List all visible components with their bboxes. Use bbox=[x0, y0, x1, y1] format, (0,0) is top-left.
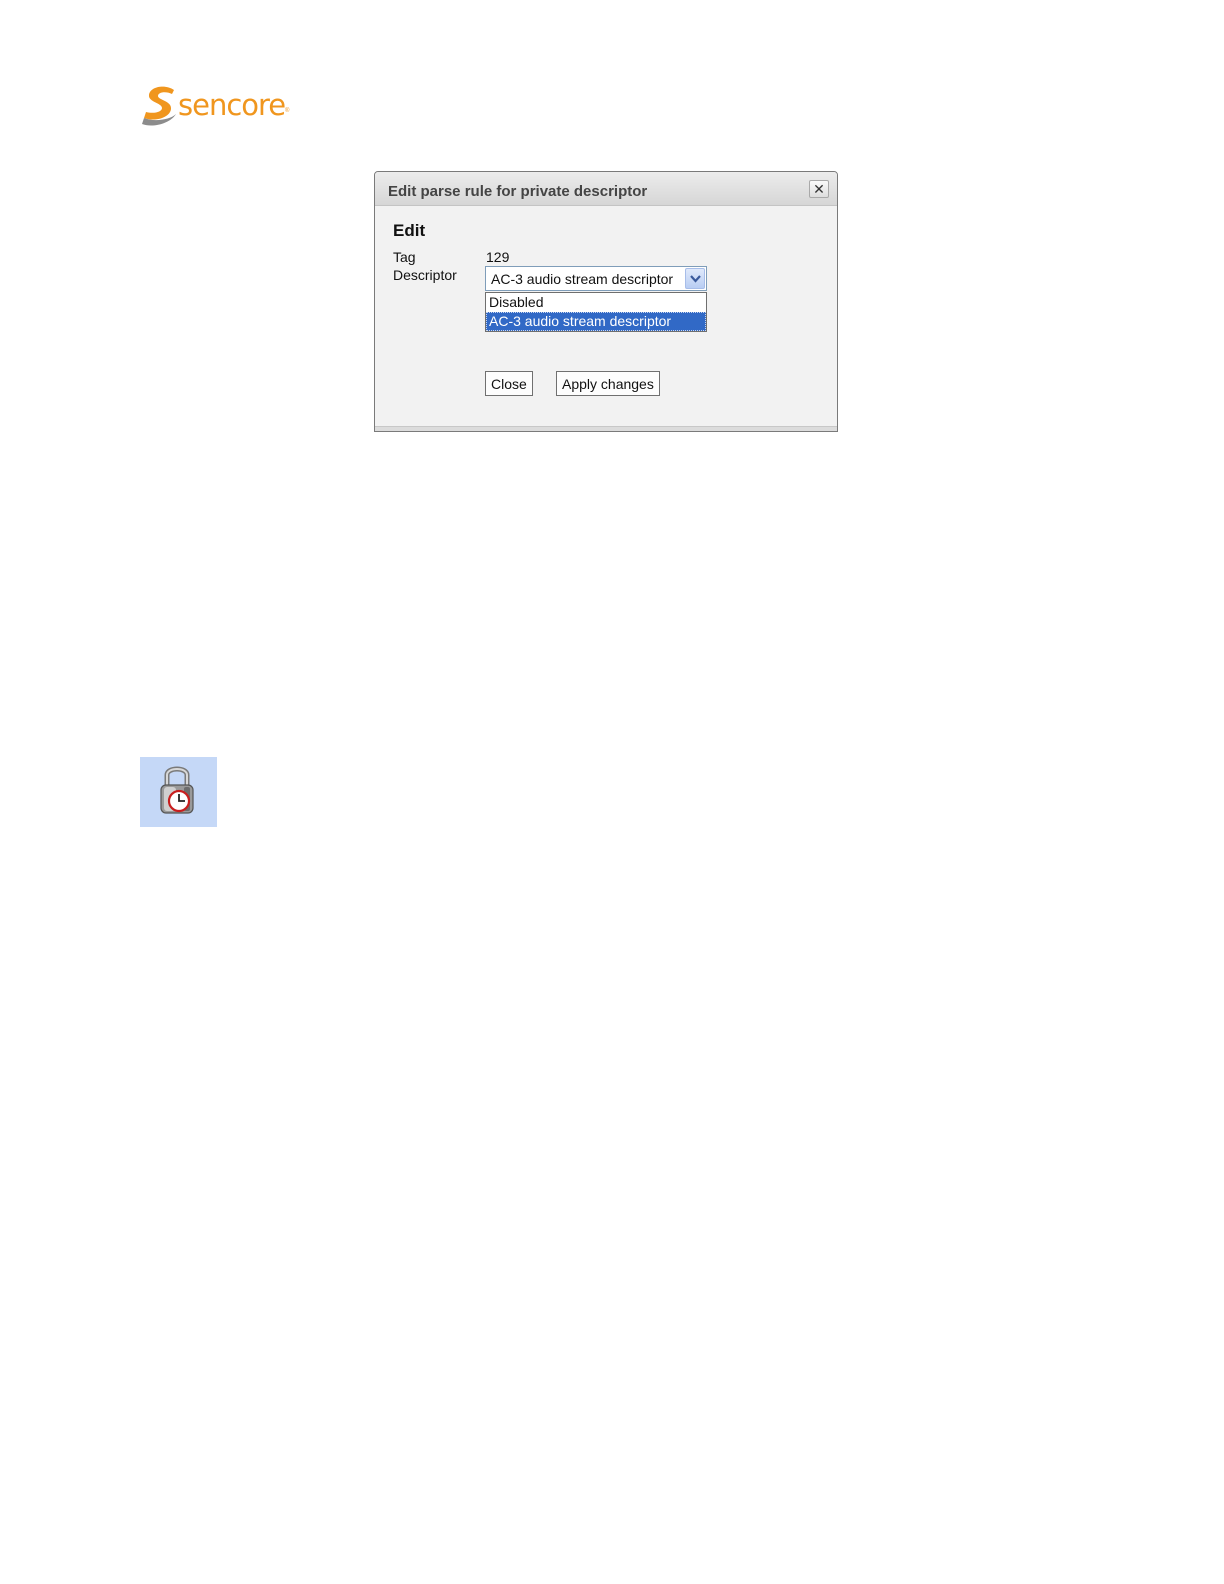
dialog-body: Edit Tag 129 Descriptor AC-3 audio strea… bbox=[375, 206, 837, 431]
sencore-logo: sencore ® bbox=[140, 84, 300, 128]
section-heading: Edit bbox=[393, 221, 426, 240]
apply-changes-button[interactable]: Apply changes bbox=[556, 371, 660, 396]
dialog-bottom-border bbox=[375, 426, 837, 431]
descriptor-select[interactable]: AC-3 audio stream descriptor bbox=[485, 266, 707, 291]
dropdown-option-ac3[interactable]: AC-3 audio stream descriptor bbox=[486, 312, 706, 331]
close-icon[interactable]: ✕ bbox=[809, 180, 829, 198]
edit-parse-rule-dialog: Edit parse rule for private descriptor ✕… bbox=[374, 171, 838, 432]
close-button[interactable]: Close bbox=[485, 371, 533, 396]
registered-mark: ® bbox=[285, 108, 290, 114]
descriptor-select-value: AC-3 audio stream descriptor bbox=[491, 271, 674, 287]
sencore-swoosh-icon bbox=[142, 86, 176, 126]
chevron-down-icon[interactable] bbox=[685, 268, 705, 289]
descriptor-label: Descriptor bbox=[393, 267, 457, 283]
descriptor-dropdown-list: Disabled AC-3 audio stream descriptor bbox=[485, 292, 707, 332]
dropdown-option-disabled[interactable]: Disabled bbox=[486, 293, 706, 312]
tag-value: 129 bbox=[486, 249, 510, 265]
tag-label: Tag bbox=[393, 249, 416, 265]
dialog-title: Edit parse rule for private descriptor bbox=[388, 183, 648, 200]
dialog-titlebar: Edit parse rule for private descriptor ✕ bbox=[375, 172, 837, 206]
logo-wordmark: sencore bbox=[178, 88, 286, 122]
timed-lock-icon bbox=[140, 757, 217, 827]
